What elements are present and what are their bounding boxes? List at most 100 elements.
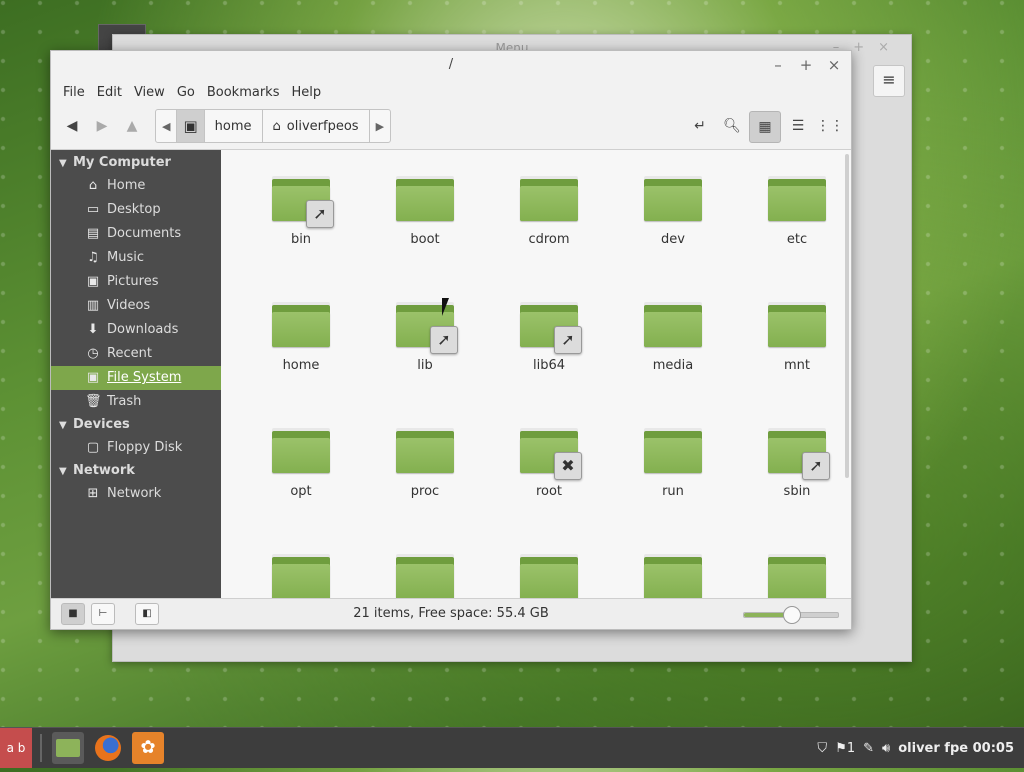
folder-icon xyxy=(642,552,704,598)
folder-icon xyxy=(394,426,456,476)
documents-icon: ▤ xyxy=(86,226,100,241)
sidebar-item-floppy-disk[interactable]: ▢ Floppy Disk xyxy=(51,436,221,460)
folder-item[interactable]: ✖ root xyxy=(487,426,611,552)
folder-name: proc xyxy=(410,484,440,499)
folder-name: root xyxy=(535,484,563,499)
hamburger-menu-button[interactable]: ≡ xyxy=(873,65,905,97)
folder-item[interactable] xyxy=(611,552,735,598)
compact-view-button[interactable]: ⋮⋮ xyxy=(815,111,845,141)
breadcrumb-root[interactable]: ▣ xyxy=(177,110,205,142)
downloads-icon: ⬇ xyxy=(87,322,99,337)
breadcrumb-home[interactable]: home xyxy=(205,110,263,142)
sidebar-item-file-system[interactable]: ▣ File System xyxy=(51,366,221,390)
folder-item[interactable]: opt xyxy=(239,426,363,552)
folder-icon xyxy=(766,552,828,598)
back-button[interactable]: ◀ xyxy=(57,111,87,141)
toggle-location-button[interactable]: ↵ xyxy=(685,111,715,141)
sidebar-item-music[interactable]: ♫ Music xyxy=(51,246,221,270)
zoom-slider-knob[interactable] xyxy=(783,606,801,624)
trash-icon: 🗑︎ xyxy=(85,394,102,409)
up-button[interactable]: ▲ xyxy=(117,111,147,141)
folder-item[interactable]: dev xyxy=(611,174,735,300)
folder-icon: ➚ xyxy=(518,300,582,354)
zoom-slider[interactable] xyxy=(743,606,839,624)
menu-go[interactable]: Go xyxy=(171,85,201,100)
sidebar-section-label: Network xyxy=(73,463,135,478)
taskbar: a b ✿ ⛉ ⚑1 ✎ 🔊︎ oliver fpe 00:05 xyxy=(0,727,1024,768)
taskbar-firefox[interactable] xyxy=(92,732,124,764)
folder-item[interactable]: mnt xyxy=(735,300,851,426)
folder-item[interactable]: ➚ bin xyxy=(239,174,363,300)
list-view-button[interactable]: ☰ xyxy=(783,111,813,141)
updates-count: 1 xyxy=(846,740,856,756)
folder-name: sbin xyxy=(783,484,811,499)
sidebar-item-recent[interactable]: ◷ Recent xyxy=(51,342,221,366)
folder-item[interactable]: proc xyxy=(363,426,487,552)
pen-icon[interactable]: ✎ xyxy=(863,741,874,756)
folder-item[interactable] xyxy=(735,552,851,598)
breadcrumb-scroll-right[interactable]: ▶ xyxy=(370,110,390,142)
folder-name: opt xyxy=(290,484,312,499)
sidebar-item-downloads[interactable]: ⬇ Downloads xyxy=(51,318,221,342)
user-clock[interactable]: oliver fpe 00:05 xyxy=(898,741,1014,756)
compact-icon: ⋮⋮ xyxy=(816,118,844,134)
folder-item[interactable]: ➚ sbin xyxy=(735,426,851,552)
updates-indicator[interactable]: ⚑1 xyxy=(835,741,855,756)
sidebar-item-pictures[interactable]: ▣ Pictures xyxy=(51,270,221,294)
folder-item[interactable]: etc xyxy=(735,174,851,300)
volume-icon[interactable]: 🔊︎ xyxy=(882,741,890,756)
menu-help[interactable]: Help xyxy=(285,85,327,100)
folder-icon xyxy=(518,174,580,224)
recent-icon: ◷ xyxy=(87,346,99,361)
mouse-cursor xyxy=(442,298,456,316)
filesystem-icon: ▣ xyxy=(86,370,100,385)
search-button[interactable]: 🔍︎ xyxy=(717,111,747,141)
menu-bookmarks[interactable]: Bookmarks xyxy=(201,85,286,100)
sidebar-item-trash[interactable]: 🗑︎ Trash xyxy=(51,390,221,414)
window-titlebar[interactable]: / – + × xyxy=(51,51,851,79)
maximize-button[interactable]: + xyxy=(795,51,817,79)
forward-button[interactable]: ▶ xyxy=(87,111,117,141)
menu-view[interactable]: View xyxy=(128,85,171,100)
taskbar-files[interactable] xyxy=(52,732,84,764)
sidebar-section-my-computer[interactable]: ▼ My Computer xyxy=(51,152,221,174)
file-view[interactable]: ➚ bin boot cdrom dev etc home ➚ lib ➚ lib64 media mn… xyxy=(221,150,851,598)
taskbar-app[interactable]: ✿ xyxy=(132,732,164,764)
folder-item[interactable] xyxy=(487,552,611,598)
sidebar-item-documents[interactable]: ▤ Documents xyxy=(51,222,221,246)
folder-item[interactable]: run xyxy=(611,426,735,552)
folder-item[interactable]: ➚ lib64 xyxy=(487,300,611,426)
minimize-button[interactable]: – xyxy=(767,51,789,79)
folder-item[interactable]: ➚ lib xyxy=(363,300,487,426)
sidebar-item-videos[interactable]: ▥ Videos xyxy=(51,294,221,318)
folder-item[interactable]: cdrom xyxy=(487,174,611,300)
grid-icon: ▦ xyxy=(758,119,772,135)
sidebar-section-network[interactable]: ▼ Network xyxy=(51,460,221,482)
breadcrumb-scroll-left[interactable]: ◀ xyxy=(156,110,178,142)
start-menu-button[interactable]: a b xyxy=(0,728,32,768)
file-grid: ➚ bin boot cdrom dev etc home ➚ lib ➚ lib64 media mn… xyxy=(239,174,851,598)
sidebar-item-network[interactable]: ⊞ Network xyxy=(51,482,221,506)
folder-name: boot xyxy=(410,232,440,247)
network-icon: ⊞ xyxy=(87,486,99,501)
sidebar-item-desktop[interactable]: ▭ Desktop xyxy=(51,198,221,222)
sidebar-section-devices[interactable]: ▼ Devices xyxy=(51,414,221,436)
close-button[interactable]: × xyxy=(823,51,845,79)
breadcrumb: ◀ ▣ home ⌂ oliverfpeos ▶ xyxy=(155,109,392,143)
folder-item[interactable]: home xyxy=(239,300,363,426)
menu-edit[interactable]: Edit xyxy=(91,85,128,100)
shield-icon[interactable]: ⛉ xyxy=(817,741,827,756)
menu-file[interactable]: File xyxy=(57,85,91,100)
sidebar-item-home[interactable]: ⌂ Home xyxy=(51,174,221,198)
folder-item[interactable] xyxy=(239,552,363,598)
folder-icon xyxy=(270,426,332,476)
folder-name: home xyxy=(282,358,320,373)
vertical-scrollbar[interactable] xyxy=(845,154,849,478)
sidebar-item-label: Network xyxy=(107,486,162,501)
folder-item[interactable] xyxy=(363,552,487,598)
folder-item[interactable]: boot xyxy=(363,174,487,300)
toolbar: ◀ ▶ ▲ ◀ ▣ home ⌂ oliverfpeos ▶ ↵ 🔍︎ ▦ ☰ ⋮… xyxy=(51,105,851,147)
breadcrumb-user[interactable]: ⌂ oliverfpeos xyxy=(263,110,370,142)
folder-item[interactable]: media xyxy=(611,300,735,426)
icon-view-button[interactable]: ▦ xyxy=(749,111,781,143)
